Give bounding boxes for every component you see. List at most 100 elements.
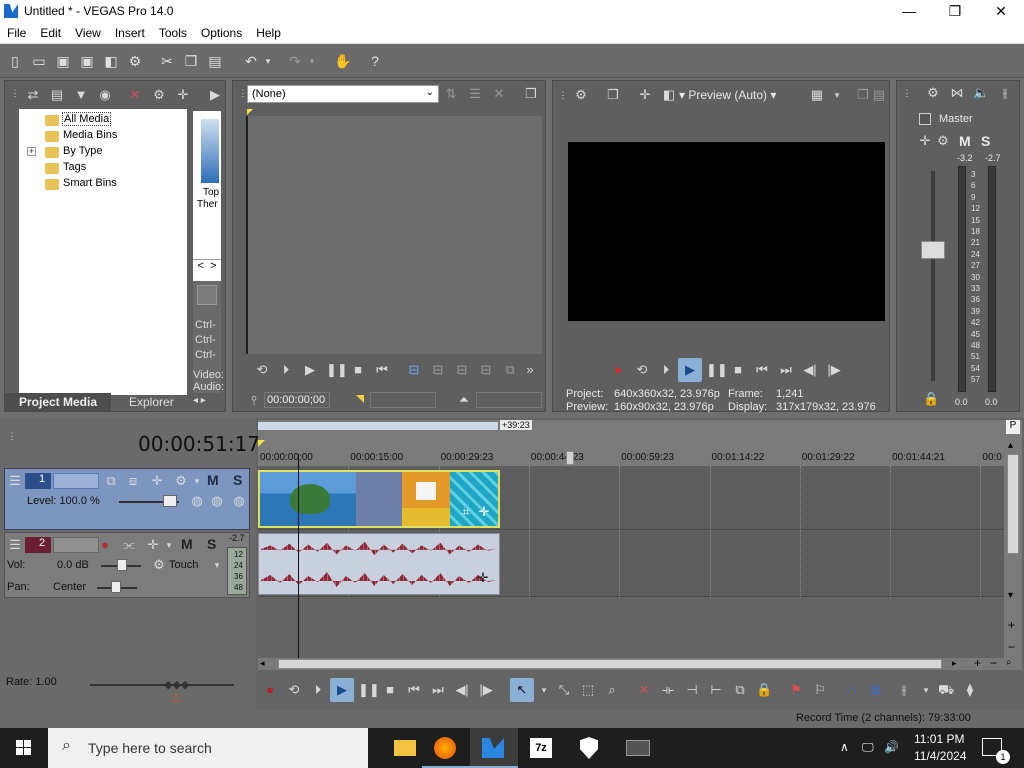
fill-icon[interactable]: ⧉	[502, 362, 518, 378]
compositing-icon[interactable]: ◍	[189, 493, 205, 509]
video-track-number[interactable]: 1	[25, 473, 51, 489]
go-to-end-icon[interactable]: ⏭	[430, 682, 446, 698]
envelope-tool-icon[interactable]: ⤡	[556, 682, 572, 698]
video-track-solo[interactable]: S	[233, 472, 242, 488]
play-from-start-icon[interactable]: ⏵	[658, 362, 674, 378]
marker-icon[interactable]: P	[1006, 420, 1020, 434]
project-settings-icon[interactable]: ◧	[661, 87, 677, 103]
more-icon[interactable]: »	[522, 362, 538, 378]
trimmer-options-icon[interactable]: ❐	[523, 86, 539, 102]
record-icon[interactable]: ●	[610, 362, 626, 378]
audio-track-name-field[interactable]	[53, 537, 99, 553]
stop-icon[interactable]: ■	[382, 682, 398, 698]
crop-icon[interactable]: ⌗	[458, 504, 474, 520]
out-length-field[interactable]	[476, 392, 542, 408]
scroll-up-icon[interactable]: ▴	[1008, 440, 1013, 451]
overwrite-icon[interactable]: ⊟	[430, 362, 446, 378]
automation-gear-icon[interactable]: ⚙	[151, 557, 167, 573]
selection-tool-icon[interactable]: ⬚	[580, 682, 596, 698]
marker-icon[interactable]: ⚑	[788, 682, 804, 698]
media-thumbnail[interactable]	[201, 119, 219, 183]
trim-icon[interactable]: ⟛	[660, 682, 676, 698]
panel-grip-icon[interactable]: ⋮	[555, 87, 571, 103]
menu-options[interactable]: Options	[194, 24, 249, 40]
nav-right-button[interactable]: >	[210, 260, 216, 272]
cut-icon[interactable]: ✂	[158, 52, 176, 70]
next-frame-icon[interactable]: |▶	[478, 682, 494, 698]
panel-grip-icon[interactable]: ⋮	[7, 85, 23, 101]
arm-for-record-icon[interactable]: ●	[97, 537, 113, 553]
save-as-icon[interactable]: ▣	[78, 52, 96, 70]
trimmer-timecode[interactable]: 00:00:00;00	[264, 392, 330, 408]
trimmer-remove-icon[interactable]: ✕	[491, 86, 507, 102]
remove-icon[interactable]: ✕	[127, 87, 143, 103]
trimmer-tool-icon[interactable]: ⇅	[443, 86, 459, 102]
auto-preview-icon[interactable]: ✛	[175, 87, 191, 103]
play-icon[interactable]: ▶	[302, 362, 318, 378]
master-gear-icon[interactable]: ⚙	[935, 133, 951, 149]
overlays-icon[interactable]: ▦	[809, 87, 825, 103]
event-fx-icon[interactable]: ✛	[476, 504, 492, 520]
capture-icon[interactable]: ▤	[49, 87, 65, 103]
previous-frame-icon[interactable]: ◀|	[802, 362, 818, 378]
record-icon[interactable]: ●	[262, 682, 278, 698]
tab-explorer[interactable]: Explorer	[111, 393, 191, 411]
video-track-mute[interactable]: M	[207, 472, 219, 488]
automation-dropdown-icon[interactable]: ▾	[209, 557, 225, 573]
track-motion-icon[interactable]: ⧉	[103, 473, 119, 489]
audio-track-number[interactable]: 2	[25, 537, 51, 553]
next-frame-icon[interactable]: |▶	[826, 362, 842, 378]
audio-track-mute[interactable]: M	[181, 536, 193, 552]
make-compositing-child-icon[interactable]: ◍	[209, 493, 225, 509]
previous-frame-icon[interactable]: ◀|	[454, 682, 470, 698]
properties-gear-icon[interactable]: ⚙	[126, 52, 144, 70]
undo-dropdown-icon[interactable]: ▾	[262, 52, 274, 70]
automation-mode[interactable]: Touch	[169, 559, 198, 571]
menu-tools[interactable]: Tools	[152, 24, 194, 40]
pause-icon[interactable]: ❚❚	[326, 362, 348, 378]
copy-snapshot-icon[interactable]: ❐	[855, 87, 871, 103]
vol-slider-handle[interactable]	[117, 559, 127, 571]
tab-project-media[interactable]: Project Media	[5, 393, 111, 411]
tree-item-smart-bins[interactable]: Smart Bins	[63, 177, 117, 189]
start-button[interactable]	[0, 728, 48, 768]
undo-icon[interactable]: ↶	[242, 52, 260, 70]
go-to-start-icon[interactable]: ⏮	[406, 682, 422, 698]
new-project-icon[interactable]: ▯	[6, 52, 24, 70]
play-from-start-icon[interactable]: ⏵	[310, 682, 326, 698]
trim-end-icon[interactable]: ⊢	[708, 682, 724, 698]
zoom-out-horizontal-icon[interactable]: −	[990, 656, 997, 670]
zoom-tool-icon[interactable]: ⌕	[604, 682, 620, 698]
video-track-name-field[interactable]	[53, 473, 99, 489]
tree-item-media-bins[interactable]: Media Bins	[63, 129, 117, 141]
volume-icon[interactable]: 🔊	[884, 740, 899, 754]
timeline-horizontal-scrollbar[interactable]: ◂ ▸ + − ⌕	[258, 656, 1022, 670]
track-collapse-icon[interactable]: ☰	[7, 473, 23, 489]
trim-start-icon[interactable]: ⊣	[684, 682, 700, 698]
ripple-edit-icon[interactable]: ⫲	[896, 682, 912, 698]
menu-insert[interactable]: Insert	[108, 24, 152, 40]
composite-mode-icon[interactable]: ✛	[149, 473, 165, 489]
open-icon[interactable]: ▭	[30, 52, 48, 70]
video-event-clip[interactable]: ⌗ ✛	[258, 470, 500, 528]
horizontal-scroll-thumb[interactable]	[278, 659, 942, 669]
lock-icon[interactable]: 🔒	[923, 391, 939, 407]
out-point-icon[interactable]: ⏶	[456, 392, 472, 408]
preview-fx-icon[interactable]: ⚙	[573, 87, 589, 103]
vertical-scroll-thumb[interactable]	[1007, 454, 1019, 554]
nav-left-button[interactable]: <	[198, 260, 204, 272]
trimmer-list-icon[interactable]: ☰	[467, 86, 483, 102]
split-screen-icon[interactable]: ✛	[637, 87, 653, 103]
audio-event-fx-icon[interactable]: ✛	[475, 570, 491, 586]
loop-region-bar[interactable]	[258, 422, 498, 430]
delete-icon[interactable]: ✕	[636, 682, 652, 698]
import-media-icon[interactable]: ⇄	[25, 87, 41, 103]
overlays-dropdown-icon[interactable]: ▾	[829, 87, 845, 103]
snapping-icon[interactable]: ∩	[844, 682, 860, 698]
web-icon[interactable]: ◉	[97, 87, 113, 103]
tree-item-tags[interactable]: Tags	[63, 161, 86, 173]
track-fx-icon[interactable]: ⧈	[125, 473, 141, 489]
pause-icon[interactable]: ❚❚	[358, 682, 380, 698]
speaker-icon[interactable]: 🔈	[973, 85, 989, 101]
master-mute-button[interactable]: M	[959, 133, 971, 149]
